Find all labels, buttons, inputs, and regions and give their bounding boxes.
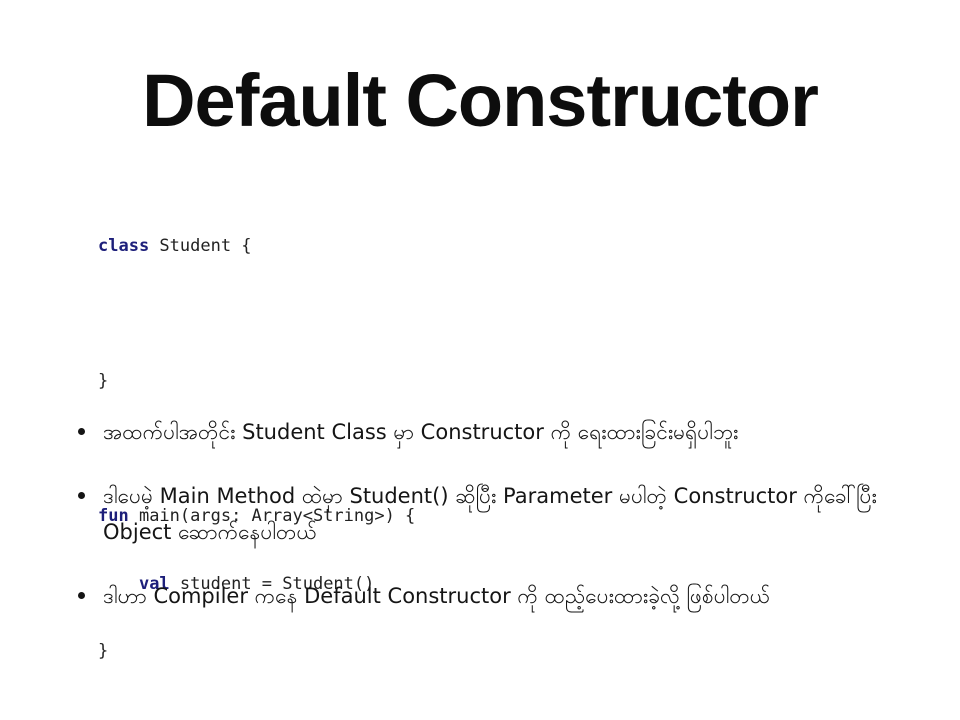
slide-title: Default Constructor <box>142 59 819 142</box>
code-text: Student { <box>149 236 252 256</box>
code-keyword: class <box>98 236 150 256</box>
bullet-text: ဒါပေမဲ့ Main Method ထဲမှာ Student() ဆိုပ… <box>103 484 877 544</box>
code-line-3: } <box>98 370 415 393</box>
bullet-dot-icon <box>78 592 85 599</box>
bullet-list: အထက်ပါအတိုင်း Student Class မှာ Construc… <box>70 414 900 642</box>
slide: Default Constructor class Student { } fu… <box>0 0 960 720</box>
bullet-dot-icon <box>78 428 85 435</box>
bullet-item: ဒါပေမဲ့ Main Method ထဲမှာ Student() ဆိုပ… <box>70 478 900 550</box>
bullet-item: အထက်ပါအတိုင်း Student Class မှာ Construc… <box>70 414 900 450</box>
code-text: } <box>98 641 109 661</box>
bullet-item: ဒါဟာ Compiler ကနေ Default Constructor ကိ… <box>70 578 900 614</box>
code-line-7: } <box>98 640 415 663</box>
code-text: } <box>98 371 109 391</box>
bullet-dot-icon <box>78 492 85 499</box>
code-line-1: class Student { <box>98 235 415 258</box>
bullet-text: အထက်ပါအတိုင်း Student Class မှာ Construc… <box>103 420 739 444</box>
bullet-text: ဒါဟာ Compiler ကနေ Default Constructor ကိ… <box>103 584 771 608</box>
